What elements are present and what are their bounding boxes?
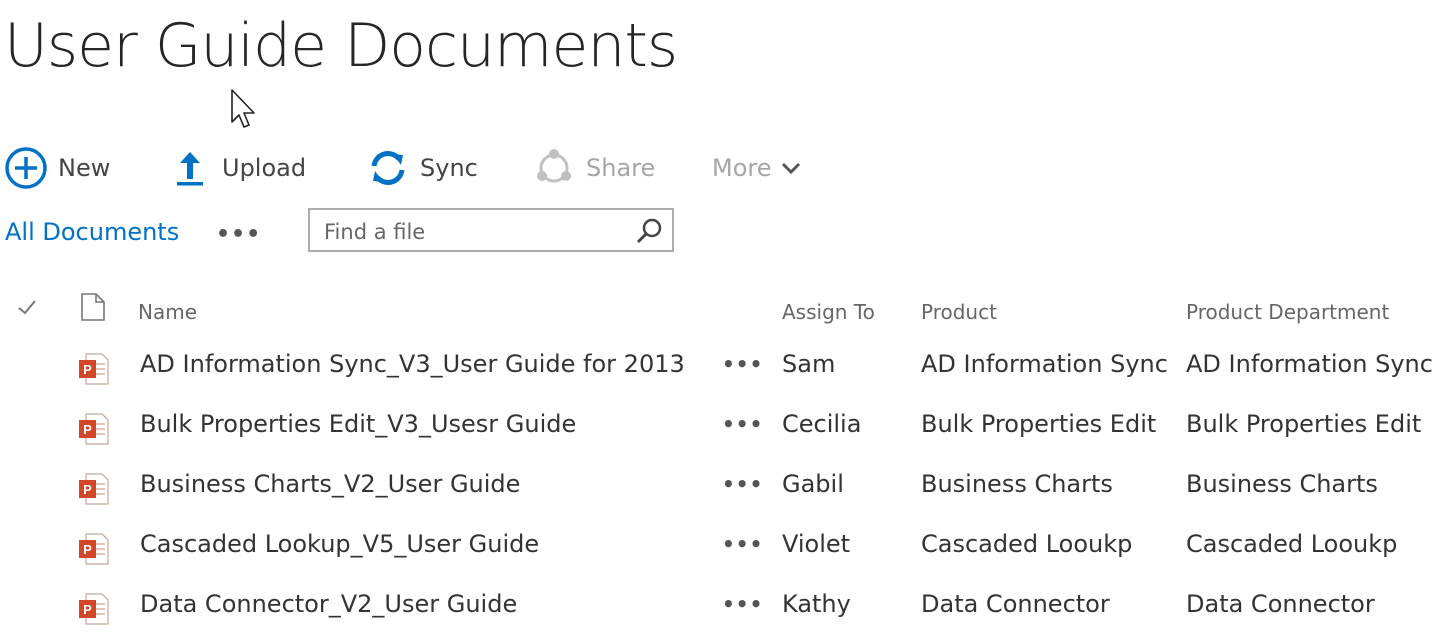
svg-text:P: P	[83, 362, 92, 377]
new-button-label: New	[58, 154, 111, 182]
powerpoint-file-icon: P	[78, 472, 110, 506]
item-menu-button[interactable]: •••	[722, 352, 763, 376]
assign-to-cell: Kathy	[782, 590, 851, 618]
column-header-name[interactable]: Name	[138, 300, 197, 324]
sync-icon	[366, 146, 410, 190]
svg-text:P: P	[83, 542, 92, 557]
view-all-documents[interactable]: All Documents	[5, 218, 179, 246]
table-row[interactable]: P Data Connector_V2_User Guide ••• Kathy Dat…	[0, 580, 1439, 640]
chevron-down-icon	[781, 162, 800, 175]
svg-text:P: P	[83, 482, 92, 497]
powerpoint-file-icon: P	[78, 352, 110, 386]
product-department-cell: Bulk Properties Edit	[1186, 410, 1422, 438]
product-cell: AD Information Sync	[921, 350, 1168, 378]
document-list: Name Assign To Product Product Departmen…	[0, 282, 1439, 640]
table-row[interactable]: P AD Information Sync_V3_User Guide for 2…	[0, 340, 1439, 400]
item-menu-button[interactable]: •••	[722, 532, 763, 556]
item-menu-button[interactable]: •••	[722, 472, 763, 496]
product-department-cell: Business Charts	[1186, 470, 1378, 498]
assign-to-cell: Violet	[782, 530, 851, 558]
powerpoint-file-icon: P	[78, 412, 110, 446]
assign-to-cell: Sam	[782, 350, 836, 378]
assign-to-cell: Cecilia	[782, 410, 862, 438]
search-icon[interactable]	[634, 216, 664, 246]
product-cell: Data Connector	[921, 590, 1110, 618]
table-header: Name Assign To Product Product Departmen…	[0, 282, 1439, 340]
file-type-header-icon	[80, 292, 106, 327]
search-input[interactable]	[322, 216, 626, 248]
mouse-cursor-icon	[231, 89, 255, 128]
assign-to-cell: Gabil	[782, 470, 844, 498]
upload-button[interactable]: Upload	[168, 144, 306, 192]
svg-text:P: P	[83, 602, 92, 617]
more-button[interactable]: More	[712, 144, 802, 192]
page-title: User Guide Documents	[4, 11, 678, 81]
item-menu-button[interactable]: •••	[722, 592, 763, 616]
document-name-link[interactable]: Bulk Properties Edit_V3_Usesr Guide	[140, 410, 576, 438]
share-button[interactable]: Share	[532, 144, 655, 192]
product-cell: Business Charts	[921, 470, 1113, 498]
product-cell: Bulk Properties Edit	[921, 410, 1157, 438]
column-header-product[interactable]: Product	[921, 300, 997, 324]
product-department-cell: AD Information Sync	[1186, 350, 1433, 378]
table-row[interactable]: P Business Charts_V2_User Guide ••• Gabil Bu…	[0, 460, 1439, 520]
select-all-checkmark-icon[interactable]	[16, 296, 38, 323]
sync-button[interactable]: Sync	[366, 144, 478, 192]
table-row[interactable]: P Bulk Properties Edit_V3_Usesr Guide ••• C…	[0, 400, 1439, 460]
table-row[interactable]: P Cascaded Lookup_V5_User Guide ••• Violet C…	[0, 520, 1439, 580]
svg-text:P: P	[83, 422, 92, 437]
upload-arrow-icon	[168, 146, 212, 190]
search-box	[308, 208, 674, 252]
share-button-label: Share	[586, 154, 656, 182]
column-header-product-department[interactable]: Product Department	[1186, 300, 1389, 324]
item-menu-button[interactable]: •••	[722, 412, 763, 436]
view-bar: All Documents •••	[0, 208, 700, 258]
product-department-cell: Data Connector	[1186, 590, 1375, 618]
more-views-button[interactable]: •••	[216, 222, 261, 247]
document-name-link[interactable]: AD Information Sync_V3_User Guide for 20…	[140, 350, 685, 378]
powerpoint-file-icon: P	[78, 592, 110, 626]
plus-circle-icon	[4, 146, 48, 190]
sync-button-label: Sync	[420, 154, 478, 182]
document-name-link[interactable]: Cascaded Lookup_V5_User Guide	[140, 530, 539, 558]
document-name-link[interactable]: Data Connector_V2_User Guide	[140, 590, 517, 618]
powerpoint-file-icon: P	[78, 532, 110, 566]
share-icon	[532, 146, 576, 190]
column-header-assign-to[interactable]: Assign To	[782, 300, 875, 324]
command-toolbar: New Upload Sync Share More	[0, 144, 1000, 192]
document-name-link[interactable]: Business Charts_V2_User Guide	[140, 470, 520, 498]
product-cell: Cascaded Looukp	[921, 530, 1133, 558]
new-button[interactable]: New	[4, 144, 110, 192]
upload-button-label: Upload	[222, 154, 307, 182]
product-department-cell: Cascaded Looukp	[1186, 530, 1398, 558]
more-button-label: More	[712, 154, 772, 182]
